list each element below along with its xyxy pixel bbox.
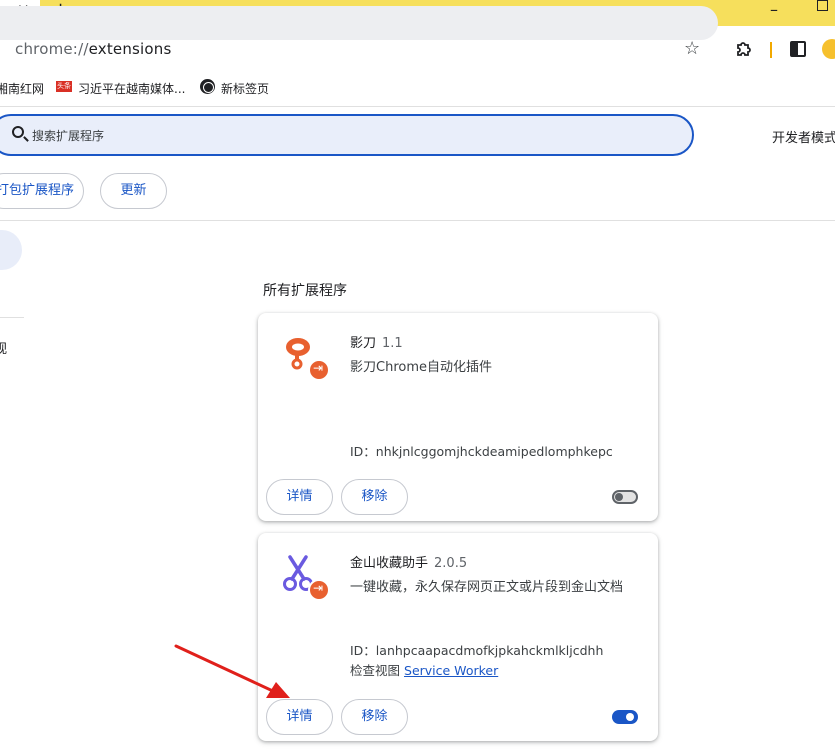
address-url[interactable]: chrome://extensions [15,40,172,58]
red-arrow-annotation-icon [174,644,290,698]
divider [0,220,835,221]
remove-button[interactable]: 移除 [341,699,408,735]
inspect-views: 检查视图 Service Worker [350,660,498,679]
remove-button[interactable]: 移除 [341,479,408,515]
address-bar[interactable] [0,6,718,40]
extension-id: ID：nhkjnlcggomjhckdeamipedlomphkepc [350,444,613,459]
news-flag-icon: 头条 [56,81,72,92]
service-worker-link[interactable]: Service Worker [404,663,498,678]
url-scheme: chrome:// [15,40,89,58]
extension-card: 影刀 1.1 影刀Chrome自动化插件 ID：nhkjnlcggomjhckde… [258,313,658,521]
managed-badge-icon [308,579,330,601]
extension-name: 影刀 1.1 [350,332,403,351]
sidebar-item-label[interactable]: 视 [0,338,7,357]
search-icon [12,126,24,138]
minimize-window-icon[interactable]: – [770,0,778,19]
name-text: 金山收藏助手 [350,556,429,571]
bookmark-item[interactable]: 习近平在越南媒体... [78,80,185,97]
name-text: 影刀 [350,336,377,351]
extension-card: 金山收藏助手 2.0.5 一键收藏，永久保存网页正文或片段到金山文档 ID：lan… [258,533,658,741]
update-button[interactable]: 更新 [100,173,167,209]
extensions-puzzle-icon[interactable] [735,40,753,58]
enable-toggle[interactable] [612,710,638,724]
extension-name: 金山收藏助手 2.0.5 [350,552,467,571]
bookmark-star-icon[interactable]: ☆ [684,38,700,59]
version-text: 2.0.5 [434,556,468,571]
inspect-label: 检查视图 [350,663,401,678]
profile-avatar-icon[interactable] [822,39,835,59]
sidebar-item-selected[interactable] [0,230,22,270]
extension-id: ID：lanhpcaapacdmofkjpkahckmlkljcdhh [350,643,604,658]
pack-extension-button[interactable]: 打包扩展程序 [0,173,84,209]
details-button[interactable]: 详情 [266,479,333,515]
globe-icon [200,79,215,94]
search-extensions-input[interactable] [0,114,694,156]
yingdao-logo-icon [280,333,330,383]
extension-description: 影刀Chrome自动化插件 [350,360,492,375]
side-panel-icon[interactable] [790,41,806,57]
divider [0,106,835,107]
bookmark-item[interactable]: 新标签页 [221,80,269,97]
kingsoft-scissors-logo-icon [280,553,330,603]
developer-mode-label[interactable]: 开发者模式 [772,127,835,146]
bookmark-item[interactable]: 湘南红网 [0,80,44,97]
extension-description: 一键收藏，永久保存网页正文或片段到金山文档 [350,580,624,595]
section-title: 所有扩展程序 [263,283,347,299]
search-placeholder: 搜索扩展程序 [32,129,105,143]
url-path: extensions [88,40,172,58]
sidebar-divider [0,317,24,318]
toolbar-separator [770,42,772,58]
enable-toggle[interactable] [612,490,638,504]
version-text: 1.1 [382,336,403,351]
maximize-window-icon[interactable] [817,0,828,11]
managed-badge-icon [308,359,330,381]
